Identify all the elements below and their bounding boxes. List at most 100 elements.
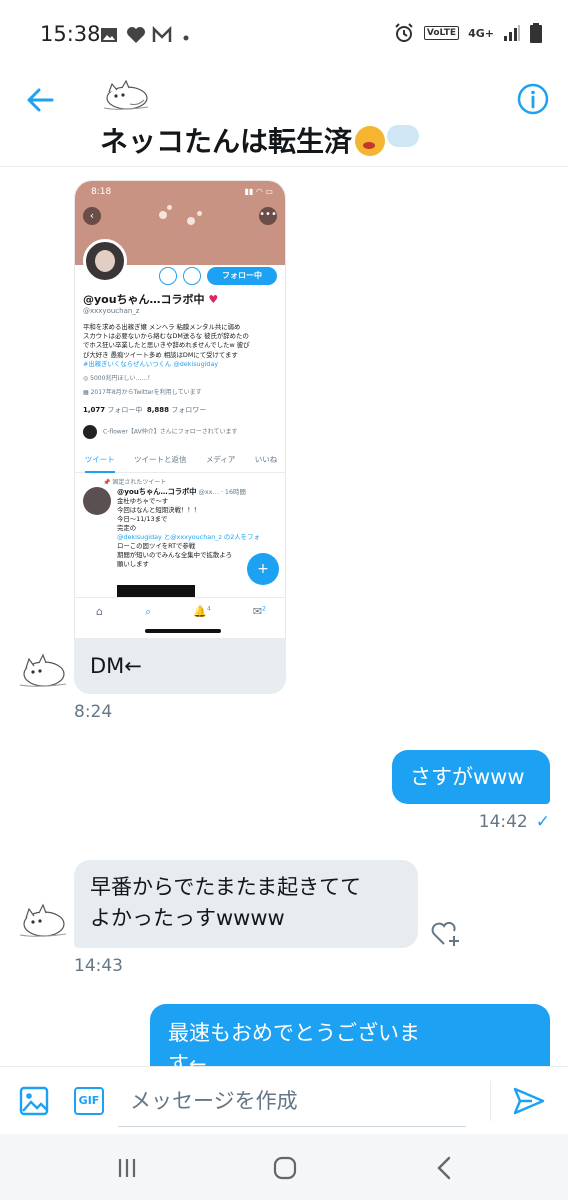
composer-divider — [490, 1081, 491, 1121]
shot-home-indicator — [145, 629, 221, 633]
heart-notification-icon — [127, 27, 145, 43]
conversation-title-text: ネッコたんは転生済 — [100, 125, 353, 158]
outgoing-message-bubble[interactable]: さすがwww — [392, 750, 550, 804]
paw-icon — [187, 217, 195, 225]
gallery-notification-icon — [101, 28, 117, 42]
shot-pinned-label: 📌 固定されたツイート — [103, 479, 167, 486]
home-icon[interactable] — [270, 1154, 300, 1182]
followed-by-text: C-flower【AV仲介】さんにフォローされています — [103, 428, 238, 436]
heart-plus-icon[interactable] — [430, 918, 462, 948]
message-timestamp: 8:24 — [74, 702, 113, 722]
incoming-message-bubble[interactable]: 早番からでたまたま起きてて よかったっすwwww — [74, 860, 418, 948]
message-line: 最速もおめでとうございま — [168, 1021, 420, 1045]
message-line: 早番からでたまたま起きてて — [90, 875, 362, 899]
notification-badge: 4 — [207, 605, 211, 613]
shot-mail-icon — [159, 267, 177, 285]
shot-wish-meta: ◎ 5000兆円ほしい……！ — [83, 375, 154, 382]
shot-profile-tabs: ツイート ツイートと返信 メディア いいね — [75, 447, 285, 473]
send-icon[interactable] — [512, 1085, 546, 1117]
bio-tags: #出稼ぎいくならぜんいつくん @dekisugiday — [83, 359, 219, 368]
shot-bottom-nav: ⌂ ⌕ 🔔4 ✉2 — [75, 597, 285, 625]
message-input[interactable] — [118, 1075, 466, 1127]
yawning-face-icon — [355, 126, 386, 156]
dash-puff-icon — [387, 125, 420, 147]
message-line-text: す← — [168, 1052, 207, 1066]
shot-joined-meta: ▦ 2017年8月からTwitterを利用しています — [83, 389, 202, 396]
message-timestamp-read: 14:42 ✓ — [479, 812, 550, 832]
shot-tweet-avatar — [83, 487, 111, 515]
tweet-line: @dekisugiday と@xxxyouchan_z の2人をフォ — [117, 533, 260, 541]
alarm-icon — [395, 23, 413, 42]
network-type: 4G+ — [468, 26, 494, 40]
tweet-line: 今日〜11/13まで — [117, 515, 168, 523]
shot-home-icon: ⌂ — [96, 605, 104, 618]
message-thread[interactable]: 8:18 ▮▮ ◠ ▭ ‹ ••• フォロー中 @youちゃん…コラボ中 ♥ @… — [0, 168, 568, 1066]
tweet-line: 今回はなんと短期決戦！！！ — [117, 506, 201, 514]
volte-badge: VoLTE — [423, 26, 460, 40]
message-timestamp: 14:43 — [74, 956, 123, 976]
shot-search-icon: ⌕ — [145, 604, 152, 618]
status-right-group: VoLTE 4G+ — [393, 22, 542, 44]
tweet-name: @youちゃん…コラボ中 — [117, 487, 197, 496]
tweet-line: ローこの固ツイをRTで参戦 — [117, 542, 196, 550]
tweet-line: 金杜ゆちゃで〜す — [117, 497, 169, 505]
back-icon[interactable] — [430, 1154, 460, 1182]
status-time: 15:38 — [40, 22, 101, 46]
shot-messages-icon: ✉2 — [252, 605, 266, 618]
contact-avatar[interactable] — [100, 78, 152, 112]
shot-profile-name: @youちゃん…コラボ中 ♥ — [83, 293, 219, 306]
followers-label: フォロワー — [171, 406, 207, 414]
info-icon[interactable] — [516, 82, 550, 116]
incoming-message-bubble[interactable]: DM← — [74, 638, 286, 694]
follower-avatar — [83, 425, 97, 439]
outgoing-message-bubble[interactable]: 最速もおめでとうございま す← — [150, 1004, 550, 1066]
shot-notifications-icon: 🔔4 — [193, 605, 211, 618]
android-nav-bar — [0, 1134, 568, 1200]
bio-line: ぴ大好き 愚痴ツイート多め 相談はDMにて受けてます — [83, 350, 238, 359]
recents-icon[interactable] — [112, 1154, 142, 1182]
shot-tab: メディア — [205, 455, 236, 464]
shot-profile-bio: 平和を求める出稼ぎ嬢 メンヘラ 粘膜メンタル共に弱め スカウトは必要ないから絡む… — [83, 323, 283, 369]
shot-follow-counts: 1,077 フォロー中 8,888 フォロワー — [83, 405, 206, 415]
message-line: よかったっすwwww — [90, 906, 285, 930]
following-label: フォロー中 — [107, 406, 143, 414]
following-count: 1,077 — [83, 406, 106, 414]
image-icon[interactable] — [18, 1085, 50, 1117]
sender-avatar[interactable] — [16, 650, 70, 690]
signal-icon — [504, 25, 520, 41]
more-notifications-dot-icon — [183, 35, 189, 41]
sender-avatar[interactable] — [16, 900, 70, 940]
message-timestamp: 14:42 — [478, 812, 528, 832]
mail-notification-icon — [152, 25, 172, 42]
paw-icon — [167, 205, 172, 210]
shot-signal-icon: ▮▮ ◠ ▭ — [244, 187, 273, 196]
conversation-title: ネッコたんは転生済 — [100, 120, 420, 160]
wish-text: 5000兆円ほしい……！ — [90, 375, 154, 382]
shared-screenshot-image[interactable]: 8:18 ▮▮ ◠ ▭ ‹ ••• フォロー中 @youちゃん…コラボ中 ♥ @… — [74, 180, 286, 650]
message-line: す← — [168, 1049, 532, 1066]
paw-icon — [197, 211, 202, 216]
shot-compose-fab-icon: + — [247, 553, 279, 585]
status-bar: 15:38 VoLTE 4G+ — [0, 0, 568, 70]
dm-badge: 2 — [262, 605, 266, 613]
shot-profile-name-text: @youちゃん…コラボ中 — [83, 293, 205, 306]
tweet-handle-time: @xx… · 16時間 — [198, 488, 246, 496]
shot-tab: いいね — [254, 455, 278, 464]
shot-follow-button: フォロー中 — [207, 267, 277, 285]
message-composer: GIF — [0, 1066, 568, 1134]
gif-icon[interactable]: GIF — [74, 1087, 104, 1115]
joined-text: 2017年8月からTwitterを利用しています — [90, 389, 202, 396]
pinned-label-text: 固定されたツイート — [112, 479, 167, 486]
shot-followed-by: C-flower【AV仲介】さんにフォローされています — [83, 425, 238, 439]
shot-profile-handle: @xxxyouchan_z — [83, 307, 140, 315]
battery-icon — [530, 23, 542, 43]
shot-more-icon: ••• — [259, 207, 277, 225]
bio-line: 平和を求める出稼ぎ嬢 メンヘラ 粘膜メンタル共に弱め — [83, 323, 241, 331]
paw-icon — [159, 211, 167, 219]
back-arrow-icon[interactable] — [22, 82, 58, 118]
shot-profile-avatar — [83, 239, 127, 283]
shot-tab: ツイート — [84, 454, 115, 473]
followers-count: 8,888 — [146, 406, 169, 414]
conversation-header: ネッコたんは転生済 — [0, 70, 568, 167]
shot-bell-icon — [183, 267, 201, 285]
